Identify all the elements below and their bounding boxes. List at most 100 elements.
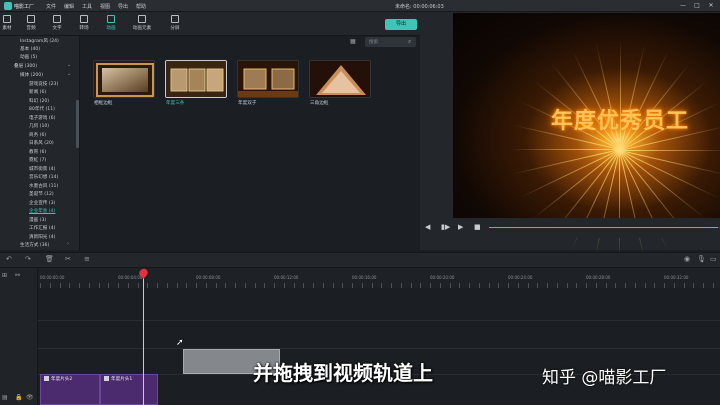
chevron-down-icon[interactable]: ⌄ [67, 71, 71, 77]
play-icon[interactable]: ▶ [458, 223, 463, 231]
track-divider [38, 348, 720, 349]
grid-view-icon[interactable]: ▦ [350, 38, 358, 45]
light-ray [619, 150, 620, 260]
play-pause-icon[interactable]: ▮▶ [441, 223, 450, 231]
category-item[interactable]: 教育 (6) [29, 149, 46, 155]
category-item[interactable]: 游戏竞技 (23) [29, 81, 58, 87]
category-item[interactable]: 基本 (40) [20, 46, 40, 52]
lock-icon[interactable]: 🔒 [15, 394, 22, 401]
chevron-right-icon[interactable]: › [67, 241, 69, 247]
cut-icon[interactable]: ✂ [65, 255, 71, 263]
ruler-tick [459, 283, 460, 288]
ruler-tick [372, 283, 373, 288]
ruler-tick [420, 283, 421, 288]
effect-label-selected: 年度三条 [166, 101, 185, 106]
mic-icon[interactable]: 🎙 [697, 255, 706, 263]
clip-type-icon [44, 376, 49, 381]
ruler-tick [596, 283, 597, 288]
effect-thumbnail[interactable] [309, 60, 371, 98]
category-item[interactable]: 圣诞节 (12) [29, 191, 54, 197]
ruler-tick [586, 283, 587, 288]
tool-animation[interactable]: 动画 [98, 15, 124, 35]
add-track-icon[interactable]: ⊞ [2, 272, 7, 279]
ruler-tick [206, 283, 207, 288]
tool-transition[interactable]: 转场 [71, 15, 97, 35]
category-item[interactable]: Instagram风 (24) [20, 38, 59, 44]
step-back-icon[interactable]: ◀ [425, 223, 430, 231]
category-item[interactable]: 霓虹 (7) [29, 157, 46, 163]
category-item[interactable]: 80年代 (11) [29, 106, 55, 112]
export-button[interactable]: 导出 [385, 19, 417, 30]
menu-view[interactable]: 视图 [100, 3, 110, 10]
zoom-icon[interactable]: ▭ [710, 255, 717, 263]
effect-thumbnail[interactable] [93, 60, 155, 98]
redo-icon[interactable]: ↷ [25, 255, 31, 263]
category-item[interactable]: 清新阳光 (4) [29, 234, 55, 240]
ruler-tick [235, 283, 236, 288]
link-icon[interactable]: ⚯ [15, 272, 20, 279]
tool-text[interactable]: 文字 [44, 15, 70, 35]
menu-export[interactable]: 导出 [118, 3, 128, 10]
ruler-tick [60, 283, 61, 288]
ruler-tick [362, 283, 363, 288]
category-item[interactable]: 城市街景 (4) [29, 166, 55, 172]
playhead-line[interactable] [143, 276, 144, 405]
light-ray [620, 150, 720, 151]
undo-icon[interactable]: ↶ [6, 255, 12, 263]
timeline-clip[interactable]: 年度片头2 [40, 374, 100, 405]
category-item[interactable]: 科幻 (20) [29, 98, 49, 104]
ruler-tick [186, 283, 187, 288]
eye-icon[interactable]: 👁 [26, 394, 34, 401]
category-item[interactable]: 日系风 (20) [29, 140, 54, 146]
category-item[interactable]: 叠层 (300) [14, 63, 37, 69]
timeline-clip[interactable]: 年度片头1 [100, 374, 158, 405]
category-item[interactable]: 几何 (10) [29, 123, 49, 129]
tool-split-screen[interactable]: 分屏 [162, 15, 188, 35]
category-item[interactable]: 商务 (6) [29, 132, 46, 138]
ruler-tick [352, 283, 353, 288]
category-item[interactable]: 新闻 (6) [29, 89, 46, 95]
ruler-tick [333, 283, 334, 288]
category-scrollbar[interactable] [76, 100, 79, 148]
menu-tools[interactable]: 工具 [82, 3, 92, 10]
category-item[interactable]: 电子游戏 (6) [29, 115, 55, 121]
ruler-tick [713, 283, 714, 288]
tool-elements[interactable]: 动画元素 [129, 15, 155, 35]
snapshot-icon[interactable]: ◉ [684, 255, 690, 263]
effect-thumbnail-selected[interactable] [165, 60, 227, 98]
category-item[interactable]: 生活方式 (36) [20, 242, 49, 248]
category-item[interactable]: 动画 (5) [20, 54, 37, 60]
category-item[interactable]: 音乐幻想 (14) [29, 174, 58, 180]
effect-thumbnail[interactable] [237, 60, 299, 98]
category-item[interactable]: 工作汇报 (4) [29, 225, 55, 231]
close-icon[interactable]: ✕ [706, 2, 716, 10]
category-item[interactable]: 漫画 (3) [29, 217, 46, 223]
menu-file[interactable]: 文件 [46, 3, 56, 10]
delete-icon[interactable]: 🗑 [45, 255, 54, 263]
tool-audio[interactable]: 音频 [18, 15, 44, 35]
chevron-down-icon[interactable]: ⌄ [67, 62, 71, 68]
maximize-icon[interactable]: □ [692, 2, 702, 10]
category-panel: Instagram风 (24) 基本 (40) 动画 (5) 叠层 (300) … [0, 36, 80, 250]
video-track-icon[interactable]: ▤ [2, 394, 8, 401]
ruler-tick [342, 283, 343, 288]
project-timecode: 未命名: 00:00:06:03 [395, 4, 444, 10]
adjust-icon[interactable]: ≡ [84, 255, 90, 263]
ruler-tick [479, 283, 480, 288]
menu-help[interactable]: 帮助 [136, 3, 146, 10]
category-item[interactable]: 水墨古风 (11) [29, 183, 58, 189]
ruler-tick [303, 283, 304, 288]
music-note-icon [27, 15, 35, 23]
category-item[interactable]: 企业宣传 (3) [29, 200, 55, 206]
ruler-tick [391, 283, 392, 288]
ruler-tick [489, 283, 490, 288]
stop-icon[interactable]: ■ [474, 223, 481, 231]
ruler-tick [508, 283, 509, 288]
preview-scrubber[interactable] [489, 227, 718, 228]
category-item[interactable]: 媒体 (200) [20, 72, 43, 78]
tool-media[interactable]: 素材 [0, 15, 20, 35]
menu-edit[interactable]: 编辑 [64, 3, 74, 10]
minimize-icon[interactable]: — [678, 2, 688, 10]
category-item-active[interactable]: 企业年会 (4) [29, 208, 55, 214]
search-icon[interactable]: ⌕ [408, 38, 411, 46]
